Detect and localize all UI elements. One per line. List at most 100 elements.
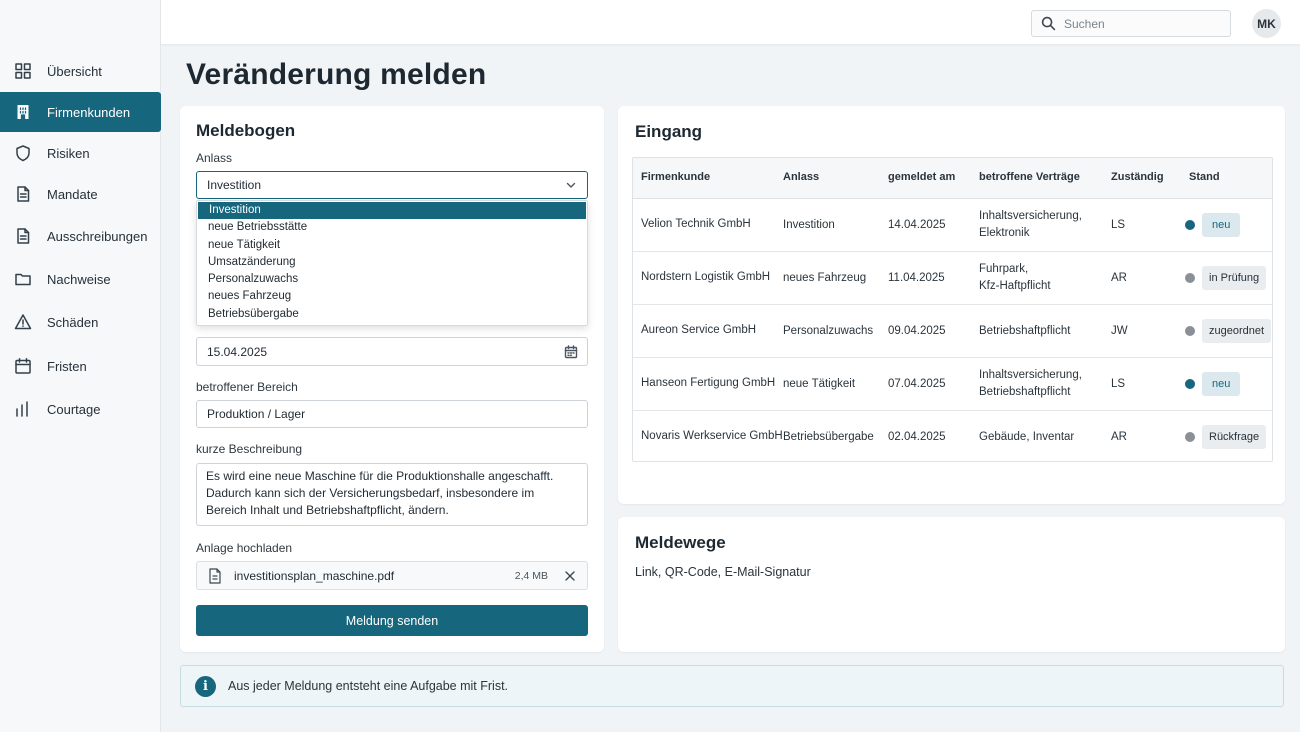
cell-anlass: Investition bbox=[783, 219, 835, 231]
close-icon[interactable] bbox=[563, 569, 577, 583]
status-badge: zugeordnet bbox=[1202, 319, 1272, 343]
upload-label: Anlage hochladen bbox=[196, 541, 293, 555]
status-cell: zugeordnet bbox=[1185, 319, 1272, 343]
status-cell: neu bbox=[1185, 372, 1241, 396]
table-row[interactable]: Hanseon Fertigung GmbH neue Tätigkeit 07.0… bbox=[633, 358, 1272, 411]
sidebar-item-schaeden[interactable]: Schäden bbox=[0, 302, 161, 342]
sidebar-item-uebersicht[interactable]: Übersicht bbox=[0, 51, 161, 91]
beschreibung-textarea[interactable]: Es wird eine neue Maschine für die Produ… bbox=[196, 463, 588, 526]
sidebar-item-courtage[interactable]: Courtage bbox=[0, 389, 161, 429]
cell-datum: 07.04.2025 bbox=[888, 378, 946, 390]
cell-vertraege: Betriebshaftpflicht bbox=[979, 323, 1070, 340]
cell-zustaendig: AR bbox=[1111, 431, 1127, 443]
sidebar-item-label: Ausschreibungen bbox=[47, 228, 148, 244]
cell-datum: 02.04.2025 bbox=[888, 431, 946, 443]
calendar-icon bbox=[14, 357, 32, 375]
status-cell: neu bbox=[1185, 213, 1241, 237]
sidebar-item-label: Fristen bbox=[47, 358, 87, 374]
table-row[interactable]: Nordstern Logistik GmbH neues Fahrzeug 11.… bbox=[633, 252, 1272, 305]
grid-icon bbox=[14, 62, 32, 80]
channels-title: Meldewege bbox=[635, 533, 726, 552]
avatar[interactable]: MK bbox=[1252, 9, 1281, 38]
table-row[interactable]: Velion Technik GmbH Investition 14.04.2025… bbox=[633, 199, 1272, 252]
cell-kunde: Velion Technik GmbH bbox=[641, 218, 751, 230]
dropdown-option[interactable]: neue Tätigkeit bbox=[197, 237, 587, 254]
sidebar: Übersicht Firmenkunden Risiken Mandate A… bbox=[0, 0, 161, 732]
cell-zustaendig: JW bbox=[1111, 325, 1128, 337]
cell-kunde: Aureon Service GmbH bbox=[641, 324, 757, 336]
cell-datum: 09.04.2025 bbox=[888, 325, 946, 337]
info-icon: i bbox=[195, 675, 216, 697]
column-header[interactable]: Anlass bbox=[783, 171, 819, 183]
cell-kunde: Nordstern Logistik GmbH bbox=[641, 271, 771, 283]
channels-card: Meldewege Link, QR-Code, E-Mail-Signatur bbox=[618, 517, 1285, 652]
dropdown-option[interactable]: Betriebsübergabe bbox=[197, 306, 587, 323]
chevron-down-icon bbox=[566, 182, 576, 188]
vertrag-line: Betriebshaftpflicht bbox=[979, 325, 1071, 337]
file-icon bbox=[209, 567, 221, 584]
folder-icon bbox=[14, 270, 32, 288]
column-header[interactable]: Stand bbox=[1189, 171, 1220, 183]
cell-vertraege: Fuhrpark, Kfz-Haftpflicht bbox=[979, 261, 1051, 295]
anlass-dropdown: Investition neue Betriebsstätte neue Tät… bbox=[196, 200, 588, 326]
dropdown-option[interactable]: neues Fahrzeug bbox=[197, 288, 587, 305]
status-dot bbox=[1185, 379, 1195, 389]
dropdown-option[interactable]: Personalzuwachs bbox=[197, 271, 587, 288]
table-row[interactable]: Aureon Service GmbH Personalzuwachs 09.04.… bbox=[633, 305, 1272, 358]
anlass-value: Investition bbox=[207, 178, 262, 192]
column-header[interactable]: gemeldet am bbox=[888, 171, 955, 183]
cell-datum: 14.04.2025 bbox=[888, 219, 946, 231]
bereich-label: betroffener Bereich bbox=[196, 380, 298, 394]
channels-text: Link, QR-Code, E-Mail-Signatur bbox=[635, 565, 811, 579]
document-icon bbox=[14, 227, 32, 245]
bereich-input[interactable]: Produktion / Lager bbox=[196, 400, 588, 428]
cell-datum: 11.04.2025 bbox=[888, 272, 945, 284]
calendar-icon[interactable] bbox=[564, 344, 578, 359]
shield-icon bbox=[14, 144, 32, 162]
sidebar-item-nachweise[interactable]: Nachweise bbox=[0, 259, 161, 299]
dropdown-option[interactable]: neue Betriebsstätte bbox=[197, 219, 587, 236]
date-field[interactable]: 15.04.2025 bbox=[196, 337, 588, 366]
column-header[interactable]: Zuständig bbox=[1111, 171, 1164, 183]
status-badge: neu bbox=[1202, 372, 1241, 396]
upload-file[interactable]: investitionsplan_maschine.pdf 2,4 MB bbox=[196, 561, 588, 590]
sidebar-item-risiken[interactable]: Risiken bbox=[0, 133, 161, 173]
sidebar-item-fristen[interactable]: Fristen bbox=[0, 346, 161, 386]
search-box[interactable] bbox=[1031, 10, 1231, 37]
top-bar: MK bbox=[161, 0, 1300, 45]
sidebar-item-ausschreibungen[interactable]: Ausschreibungen bbox=[0, 216, 161, 256]
bereich-value: Produktion / Lager bbox=[207, 407, 306, 421]
dropdown-option[interactable]: Umsatzänderung bbox=[197, 254, 587, 271]
dropdown-option[interactable]: Investition bbox=[198, 202, 586, 220]
sidebar-item-firmenkunden[interactable]: Firmenkunden bbox=[0, 92, 161, 132]
sidebar-item-label: Übersicht bbox=[47, 63, 102, 79]
search-icon bbox=[1041, 16, 1056, 31]
sidebar-item-label: Nachweise bbox=[47, 271, 111, 287]
cell-vertraege: Inhaltsversicherung, Betriebshaftpflicht bbox=[979, 367, 1082, 401]
status-badge: neu bbox=[1202, 213, 1241, 237]
status-dot bbox=[1185, 273, 1195, 283]
column-header[interactable]: betroffene Verträge bbox=[979, 171, 1080, 183]
info-banner: i Aus jeder Meldung entsteht eine Aufgab… bbox=[180, 665, 1284, 707]
send-button[interactable]: Meldung senden bbox=[196, 605, 588, 636]
vertrag-line: Kfz-Haftpflicht bbox=[979, 280, 1051, 292]
cell-kunde: Hanseon Fertigung GmbH bbox=[641, 377, 776, 389]
cell-anlass: neues Fahrzeug bbox=[783, 272, 867, 284]
info-text: Aus jeder Meldung entsteht eine Aufgabe … bbox=[228, 679, 509, 693]
sidebar-item-mandate[interactable]: Mandate bbox=[0, 174, 161, 214]
table-row[interactable]: Novaris Werkservice GmbH Betriebsübergabe… bbox=[633, 411, 1272, 464]
vertrag-line: Elektronik bbox=[979, 227, 1030, 239]
status-badge: in Prüfung bbox=[1202, 266, 1267, 290]
search-input[interactable] bbox=[1064, 16, 1214, 31]
cell-anlass: Betriebsübergabe bbox=[783, 431, 874, 443]
file-size: 2,4 MB bbox=[514, 569, 548, 582]
anlass-select[interactable]: Investition bbox=[196, 171, 588, 199]
column-header[interactable]: Firmenkunde bbox=[641, 171, 710, 183]
date-value: 15.04.2025 bbox=[207, 344, 268, 359]
vertrag-line: Gebäude, Inventar bbox=[979, 431, 1075, 443]
cell-anlass: Personalzuwachs bbox=[783, 325, 874, 337]
vertrag-line: Fuhrpark, bbox=[979, 263, 1029, 275]
sidebar-item-label: Firmenkunden bbox=[47, 104, 131, 120]
sidebar-item-label: Mandate bbox=[47, 186, 98, 202]
anlass-label: Anlass bbox=[196, 151, 233, 165]
